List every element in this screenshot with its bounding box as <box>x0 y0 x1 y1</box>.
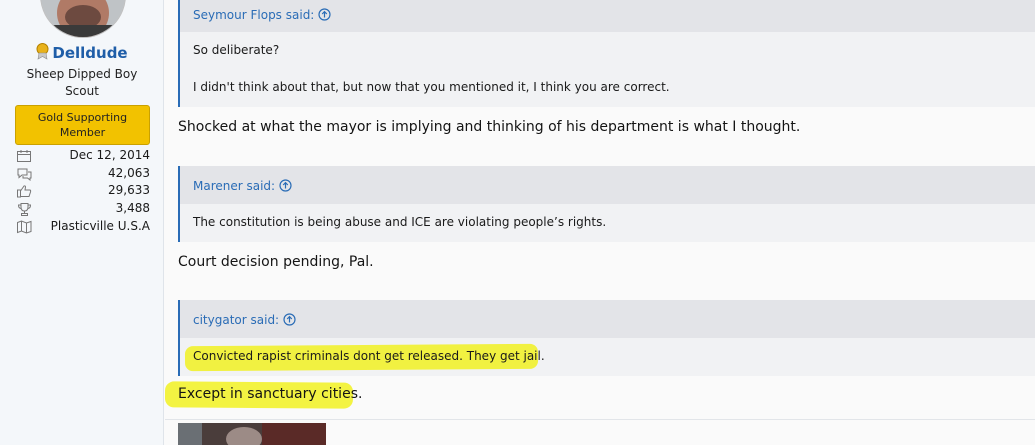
quote-block: Marener said: The constitution is being … <box>178 166 1035 242</box>
quote-text: Convicted rapist criminals dont get rele… <box>193 349 545 363</box>
quote-header: Marener said: <box>180 166 1035 204</box>
quote-text: So deliberate? <box>193 43 280 57</box>
stat-joined: Dec 12, 2014 <box>16 148 150 165</box>
gold-supporting-member-badge: Gold Supporting Member <box>15 105 150 145</box>
quote-author-link[interactable]: Seymour Flops said: <box>193 8 314 22</box>
stat-value: 29,633 <box>108 183 150 197</box>
user-title: Sheep Dipped Boy Scout <box>26 67 138 98</box>
quote-content: So deliberate? I didn't think about that… <box>180 32 1035 94</box>
quote-header: citygator said: <box>180 300 1035 338</box>
badge-label: Gold Supporting Member <box>37 111 128 139</box>
quote-text: The constitution is being abuse and ICE … <box>193 215 607 229</box>
post-divider <box>165 419 1035 420</box>
quote-author-link[interactable]: Marener said: <box>193 179 275 193</box>
username-text[interactable]: Delldude <box>52 44 127 62</box>
stat-messages: 42,063 <box>16 166 150 183</box>
post-image[interactable] <box>178 423 326 445</box>
arrow-up-circle-icon[interactable] <box>318 2 331 21</box>
stat-points: 3,488 <box>16 201 150 218</box>
quote-text: I didn't think about that, but now that … <box>193 80 670 94</box>
quote-content: The constitution is being abuse and ICE … <box>180 204 1035 229</box>
messages-icon <box>16 167 33 182</box>
quote-header: Seymour Flops said: <box>180 0 1035 32</box>
calendar-icon <box>16 149 33 163</box>
stat-reactions: 29,633 <box>16 183 150 200</box>
stat-value: 3,488 <box>115 201 150 215</box>
thumbs-up-icon <box>16 184 33 198</box>
map-icon <box>16 220 33 234</box>
quote-author-link[interactable]: citygator said: <box>193 313 279 327</box>
stat-location: Plasticville U.S.A <box>16 219 150 236</box>
post-reply-text: Except in sanctuary cities. <box>178 386 363 402</box>
username[interactable]: Delldude <box>0 43 163 62</box>
stat-value: 42,063 <box>108 166 150 180</box>
user-info-panel: Delldude Sheep Dipped Boy Scout Gold Sup… <box>0 0 164 445</box>
arrow-up-circle-icon[interactable] <box>279 168 292 192</box>
post-reply-text: Shocked at what the mayor is implying an… <box>178 119 801 135</box>
award-icon <box>35 43 50 60</box>
quote-content: Convicted rapist criminals dont get rele… <box>180 338 1035 363</box>
stat-value: Plasticville U.S.A <box>50 219 150 233</box>
post-reply-text: Court decision pending, Pal. <box>178 254 374 270</box>
quote-block: Seymour Flops said: So deliberate? I did… <box>178 0 1035 107</box>
stat-value: Dec 12, 2014 <box>69 148 150 162</box>
trophy-icon <box>16 202 33 216</box>
avatar[interactable] <box>40 0 126 38</box>
arrow-up-circle-icon[interactable] <box>283 302 296 326</box>
